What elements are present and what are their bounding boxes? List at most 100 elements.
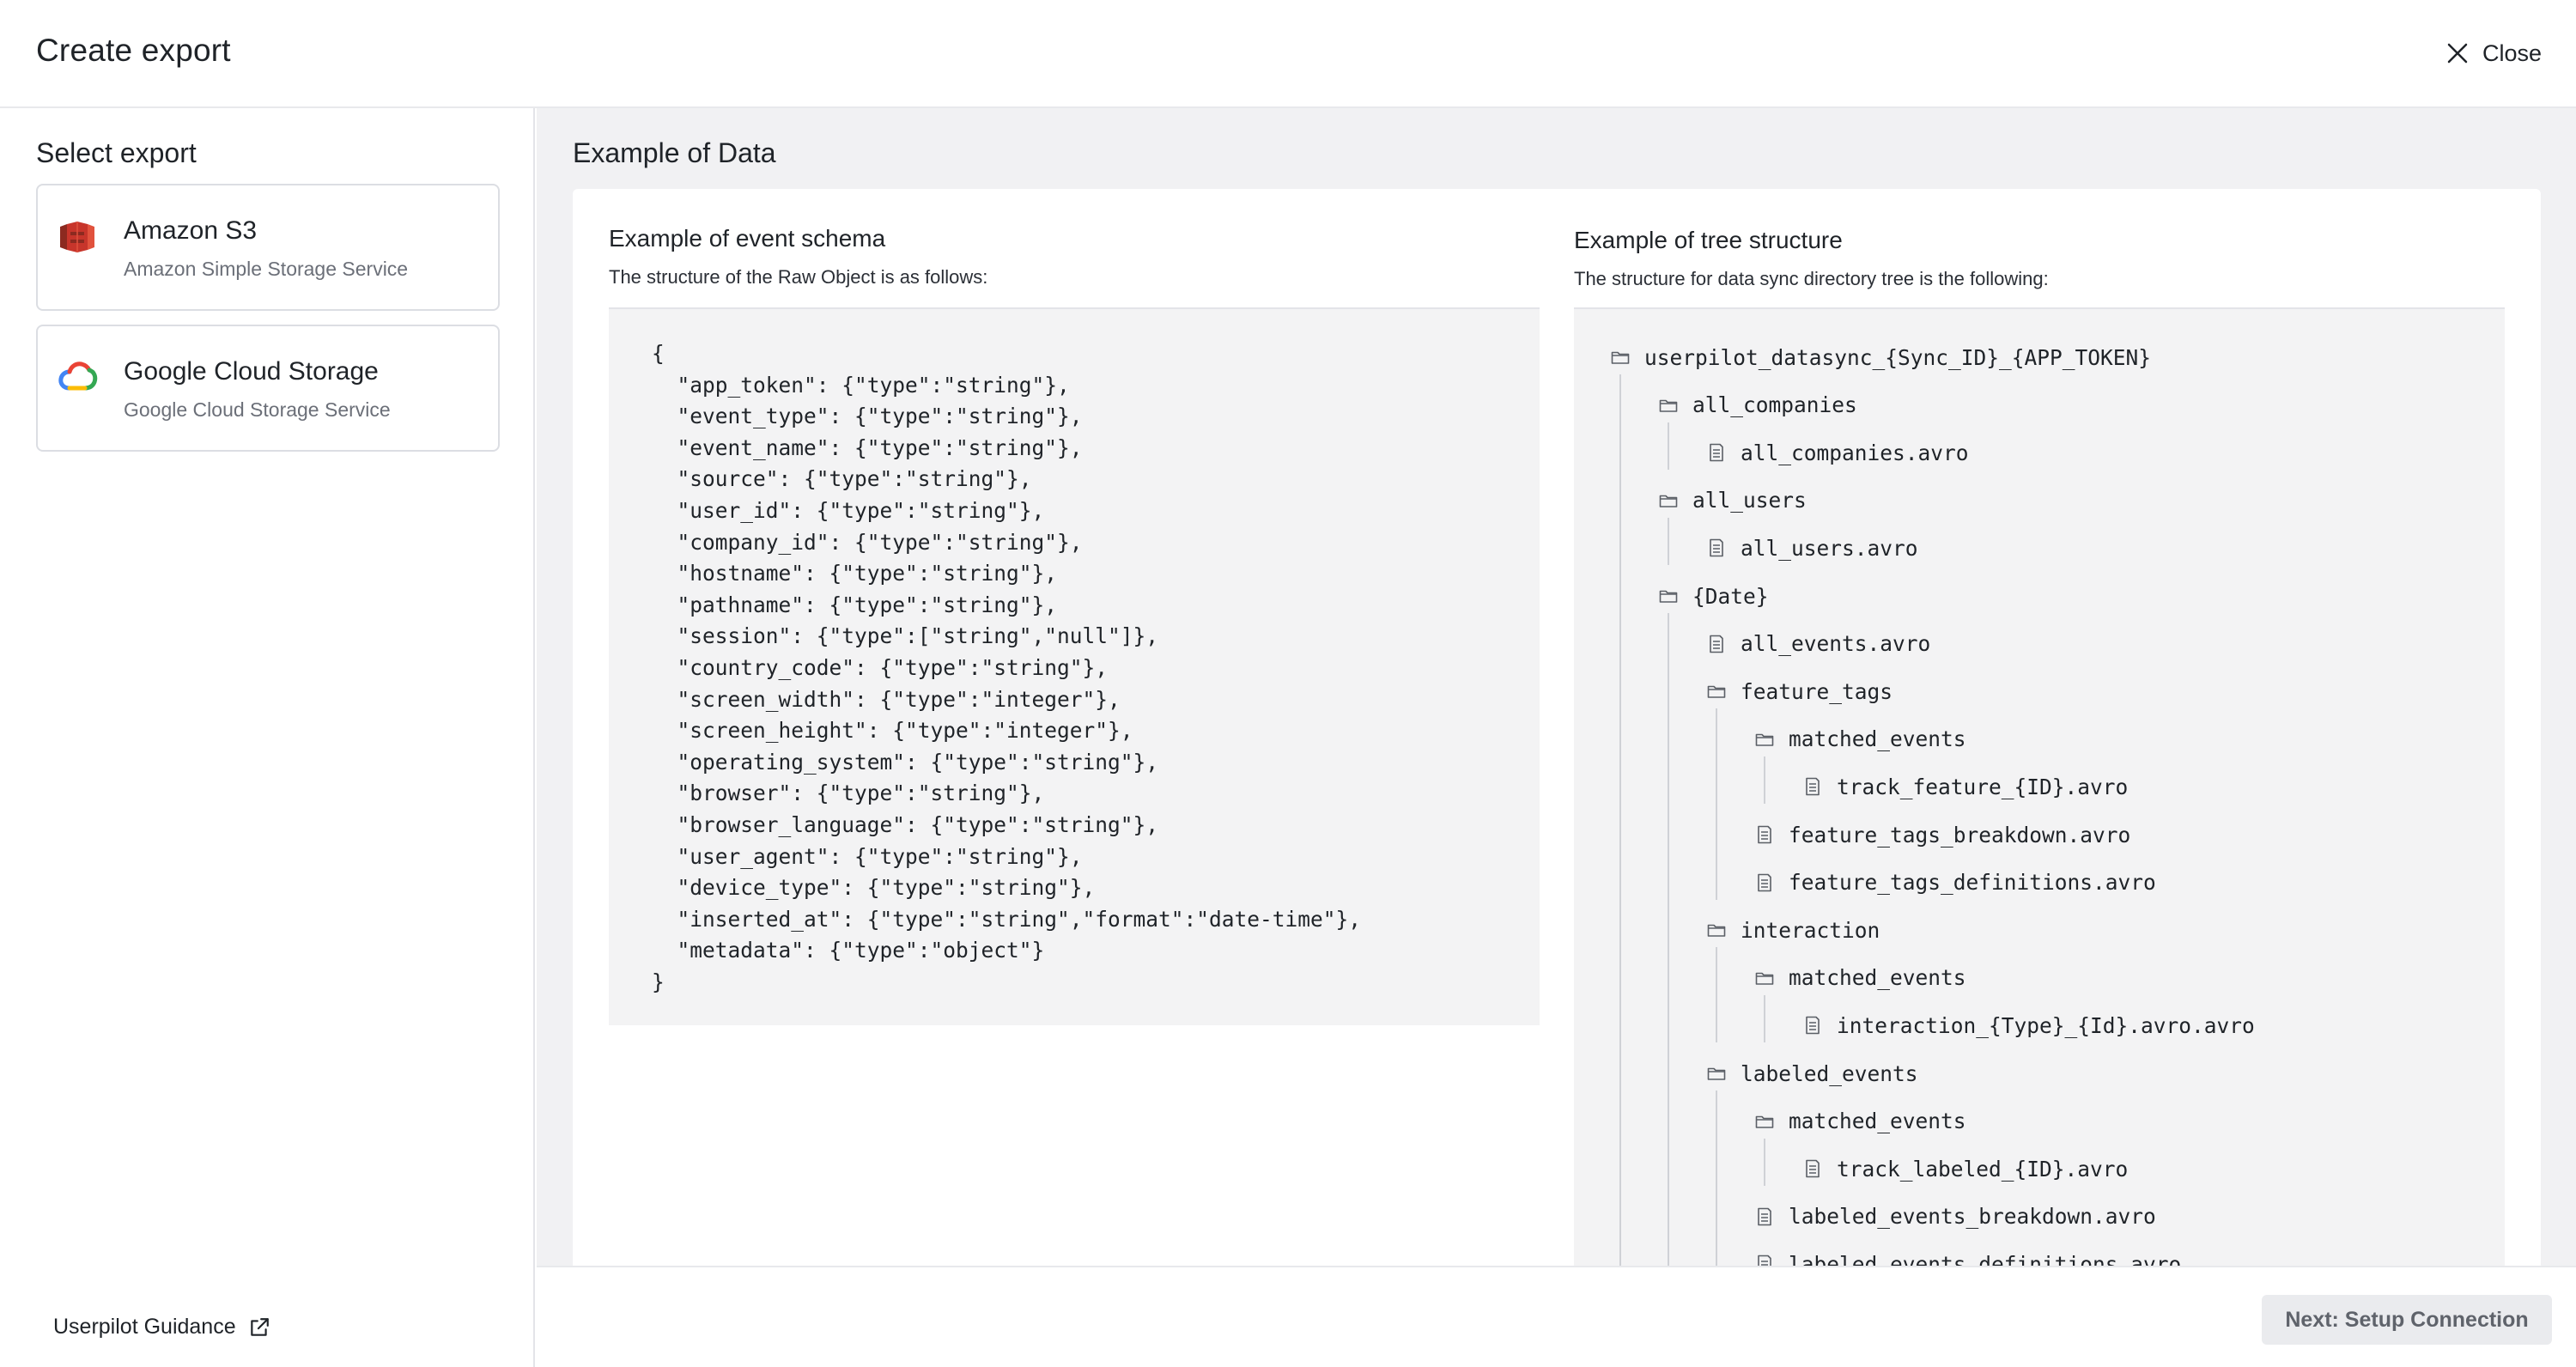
guidance-label: Userpilot Guidance [53,1315,236,1339]
tree-item-label: labeled_events_definitions.avro [1789,1251,2182,1266]
tree-item-label: all_events.avro [1741,631,1931,657]
tree-item-label: all_users.avro [1741,535,1918,561]
tree-guide-line [1764,1138,1765,1187]
tree-file: track_labeled_{ID}.avro [1802,1151,2128,1186]
folder-icon [1658,586,1679,606]
tree-item-label: labeled_events_breakdown.avro [1789,1204,2156,1230]
folder-icon [1754,968,1775,988]
external-link-icon [250,1317,269,1336]
event-schema-code: { "app_token": {"type":"string"}, "event… [652,341,1362,994]
tree-structure-title: Example of tree structure [1574,227,1843,253]
file-icon [1706,442,1727,463]
export-option-description: Amazon Simple Storage Service [124,258,409,280]
folder-icon [1610,347,1631,368]
export-sidebar: Select export Amazon S3 Amazon Simple St… [0,108,535,1367]
tree-structure-subtitle: The structure for data sync directory tr… [1574,268,2049,289]
file-icon [1754,1206,1775,1227]
file-icon [1706,538,1727,558]
close-label: Close [2482,39,2542,66]
tree-item-label: matched_events [1789,965,1966,991]
tree-file: all_companies.avro [1706,435,1969,470]
event-schema-code-block: { "app_token": {"type":"string"}, "event… [609,307,1540,1025]
tree-file: track_feature_{ID}.avro [1802,769,2128,804]
tree-item-label: all_users [1692,488,1807,513]
export-option-amazon-s3[interactable]: Amazon S3 Amazon Simple Storage Service [36,184,500,311]
file-icon [1802,1015,1823,1036]
tree-item-label: labeled_events [1741,1060,1918,1086]
tree-file: all_events.avro [1706,627,1930,661]
tree-folder: matched_events [1754,1104,1966,1139]
tree-item-label: all_companies.avro [1741,440,1969,465]
tree-folder: matched_events [1754,722,1966,756]
folder-icon [1706,920,1727,940]
tree-item-label: track_labeled_{ID}.avro [1837,1156,2129,1182]
folder-icon [1658,490,1679,511]
export-option-name: Amazon S3 [124,216,258,245]
tree-folder: all_users [1658,483,1807,518]
modal-title: Create export [36,33,231,68]
tree-file: labeled_events_breakdown.avro [1754,1200,2156,1234]
tree-folder: userpilot_datasync_{Sync_ID}_{APP_TOKEN} [1610,340,2151,374]
modal-header: Create export Close [0,0,2576,108]
tree-item-label: all_companies [1692,392,1857,418]
example-data-title: Example of Data [573,137,776,168]
export-option-name: Google Cloud Storage [124,357,379,386]
tree-guide-line [1764,756,1765,805]
directory-tree: userpilot_datasync_{Sync_ID}_{APP_TOKEN}… [1574,307,2505,1266]
tree-file: feature_tags_breakdown.avro [1754,817,2130,852]
file-icon [1754,824,1775,845]
amazon-s3-icon [60,222,94,252]
next-setup-connection-button[interactable]: Next: Setup Connection [2262,1295,2552,1345]
modal-footer: Next: Setup Connection [537,1266,2576,1367]
tree-folder: labeled_events [1706,1056,1918,1091]
tree-file: all_users.avro [1706,531,1918,565]
tree-guide-line [1764,994,1765,1043]
tree-item-label: userpilot_datasync_{Sync_ID}_{APP_TOKEN} [1644,344,2152,370]
tree-file: labeled_events_definitions.avro [1754,1247,2181,1266]
tree-guide-line [1668,517,1669,566]
event-schema-subtitle: The structure of the Raw Object is as fo… [609,266,988,288]
event-schema-title: Example of event schema [609,225,886,252]
tree-folder: matched_events [1754,961,1966,995]
folder-icon [1754,729,1775,750]
tree-item-label: {Date} [1692,583,1769,609]
tree-item-label: interaction [1741,917,1880,943]
export-option-google-cloud-storage[interactable]: Google Cloud Storage Google Cloud Storag… [36,325,500,452]
tree-item-label: interaction_{Type}_{Id}.avro.avro [1837,1012,2255,1038]
file-icon [1802,776,1823,797]
example-data-panel: Example of event schema The structure of… [573,189,2541,1266]
tree-folder: interaction [1706,913,1880,947]
tree-guide-line [1716,1091,1717,1266]
tree-item-label: feature_tags_definitions.avro [1789,870,2156,896]
example-data-area[interactable]: Example of Data Example of event schema … [537,108,2576,1266]
select-export-title: Select export [36,137,197,168]
tree-guide-line [1716,947,1717,1043]
tree-item-label: feature_tags_breakdown.avro [1789,822,2131,848]
file-icon [1754,1254,1775,1266]
tree-item-label: matched_events [1789,726,1966,752]
userpilot-guidance-link[interactable]: Userpilot Guidance [53,1315,270,1340]
tree-guide-line [1668,422,1669,471]
file-icon [1802,1158,1823,1179]
tree-guide-line [1668,613,1669,1266]
tree-item-label: feature_tags [1741,678,1893,704]
tree-item-label: matched_events [1789,1109,1966,1134]
tree-guide-line [1716,708,1717,900]
tree-folder: all_companies [1658,388,1857,422]
google-cloud-icon [58,361,98,391]
tree-item-label: track_feature_{ID}.avro [1837,774,2129,799]
file-icon [1754,872,1775,893]
tree-folder: feature_tags [1706,674,1893,708]
folder-icon [1706,681,1727,702]
close-icon [2447,43,2468,64]
tree-folder: {Date} [1658,579,1769,613]
folder-icon [1658,395,1679,416]
export-option-description: Google Cloud Storage Service [124,398,391,421]
folder-icon [1706,1063,1727,1084]
close-button[interactable]: Close [2445,36,2542,70]
file-icon [1706,634,1727,654]
tree-file: interaction_{Type}_{Id}.avro.avro [1802,1008,2255,1042]
tree-file: feature_tags_definitions.avro [1754,866,2156,900]
folder-icon [1754,1111,1775,1132]
tree-guide-line [1619,374,1621,1266]
